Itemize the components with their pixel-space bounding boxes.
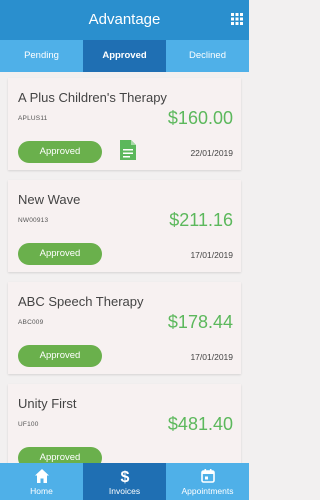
nav-home[interactable]: Home	[0, 463, 83, 500]
grid-icon[interactable]	[231, 13, 243, 25]
invoice-date: 17/01/2019	[190, 352, 233, 362]
invoice-card[interactable]: Unity First UF100 $481.40 Approved	[8, 384, 241, 463]
nav-appointments-label: Appointments	[181, 486, 234, 496]
invoice-code: APLUS11	[18, 115, 48, 122]
dollar-icon: $	[120, 469, 129, 484]
status-button[interactable]: Approved	[18, 345, 102, 367]
nav-appointments[interactable]: Appointments	[166, 463, 249, 500]
nav-invoices-label: Invoices	[108, 486, 141, 496]
tab-pending[interactable]: Pending	[0, 40, 83, 72]
status-button[interactable]: Approved	[18, 141, 102, 163]
document-icon[interactable]	[120, 140, 136, 160]
svg-text:$: $	[120, 469, 129, 484]
status-button[interactable]: Approved	[18, 447, 102, 463]
status-button[interactable]: Approved	[18, 243, 102, 265]
home-icon	[34, 469, 49, 483]
invoice-provider-name: New Wave	[18, 192, 81, 207]
invoice-card[interactable]: A Plus Children's Therapy APLUS11 $160.0…	[8, 78, 241, 170]
bottom-navigation: Home $ Invoices Appointments	[0, 463, 249, 500]
invoice-code: UF100	[18, 421, 39, 428]
tab-approved[interactable]: Approved	[83, 40, 166, 72]
invoice-provider-name: A Plus Children's Therapy	[18, 90, 167, 105]
nav-home-label: Home	[30, 486, 53, 496]
invoice-provider-name: ABC Speech Therapy	[18, 294, 144, 309]
calendar-icon	[200, 469, 215, 483]
invoice-card[interactable]: ABC Speech Therapy ABC009 $178.44 Approv…	[8, 282, 241, 374]
invoice-card[interactable]: New Wave NW00913 $211.16 Approved 17/01/…	[8, 180, 241, 272]
invoice-amount: $178.44	[167, 312, 233, 332]
nav-invoices[interactable]: $ Invoices	[83, 463, 166, 500]
invoice-list[interactable]: A Plus Children's Therapy APLUS11 $160.0…	[0, 72, 249, 463]
invoice-provider-name: Unity First	[18, 396, 77, 411]
tab-declined[interactable]: Declined	[166, 40, 249, 72]
app-title: Advantage	[88, 11, 161, 28]
invoice-date: 17/01/2019	[190, 250, 233, 260]
app-header: Advantage	[0, 0, 249, 40]
invoice-code: ABC009	[18, 319, 44, 326]
invoice-code: NW00913	[18, 217, 49, 224]
invoice-date: 22/01/2019	[190, 148, 233, 158]
invoice-amount: $160.00	[167, 108, 233, 128]
status-tabs: Pending Approved Declined	[0, 40, 249, 72]
invoice-amount: $481.40	[167, 414, 233, 434]
invoice-amount: $211.16	[169, 210, 233, 230]
